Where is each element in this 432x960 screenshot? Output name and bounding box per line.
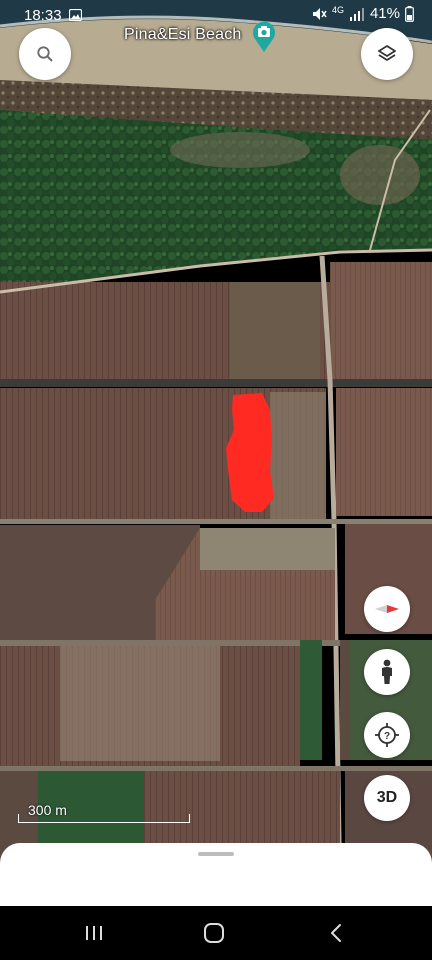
status-time: 18:33 [24, 7, 62, 24]
voyager-button[interactable]: ? [364, 712, 410, 758]
recent-apps-icon [86, 926, 102, 940]
pegman-icon [382, 659, 392, 684]
status-icons: 4G 41% [311, 5, 414, 22]
mute-icon [312, 7, 327, 20]
back-icon [331, 924, 341, 942]
search-button[interactable] [19, 28, 71, 80]
camera-pin-icon[interactable] [251, 19, 277, 53]
network-type: 4G [331, 4, 344, 15]
battery-icon [405, 5, 414, 22]
search-icon [37, 46, 53, 62]
highlighted-area [226, 393, 274, 512]
satellite-map[interactable] [0, 0, 432, 905]
help-icon: ? [375, 723, 399, 747]
place-label[interactable]: Pina&Esi Beach [124, 26, 242, 44]
recent-apps-button[interactable] [80, 920, 108, 946]
compass-button[interactable] [364, 586, 410, 632]
compass-icon [375, 605, 399, 613]
bottom-sheet[interactable] [0, 843, 432, 906]
layers-icon [378, 45, 396, 61]
svg-text:?: ? [384, 731, 390, 742]
navigation-bar [0, 906, 432, 960]
street-view-button[interactable] [364, 649, 410, 695]
back-button[interactable] [322, 920, 350, 946]
toggle-3d-button[interactable]: 3D [364, 775, 410, 821]
map-imagery [0, 0, 432, 905]
home-icon [204, 923, 224, 943]
scale-bar [18, 814, 190, 823]
gallery-icon [69, 9, 82, 21]
home-button[interactable] [200, 920, 228, 946]
battery-percent: 41% [369, 5, 400, 22]
sheet-drag-handle[interactable] [198, 852, 234, 856]
toggle-3d-label: 3D [376, 789, 398, 806]
layers-button[interactable] [361, 28, 413, 80]
signal-icon [349, 7, 364, 21]
